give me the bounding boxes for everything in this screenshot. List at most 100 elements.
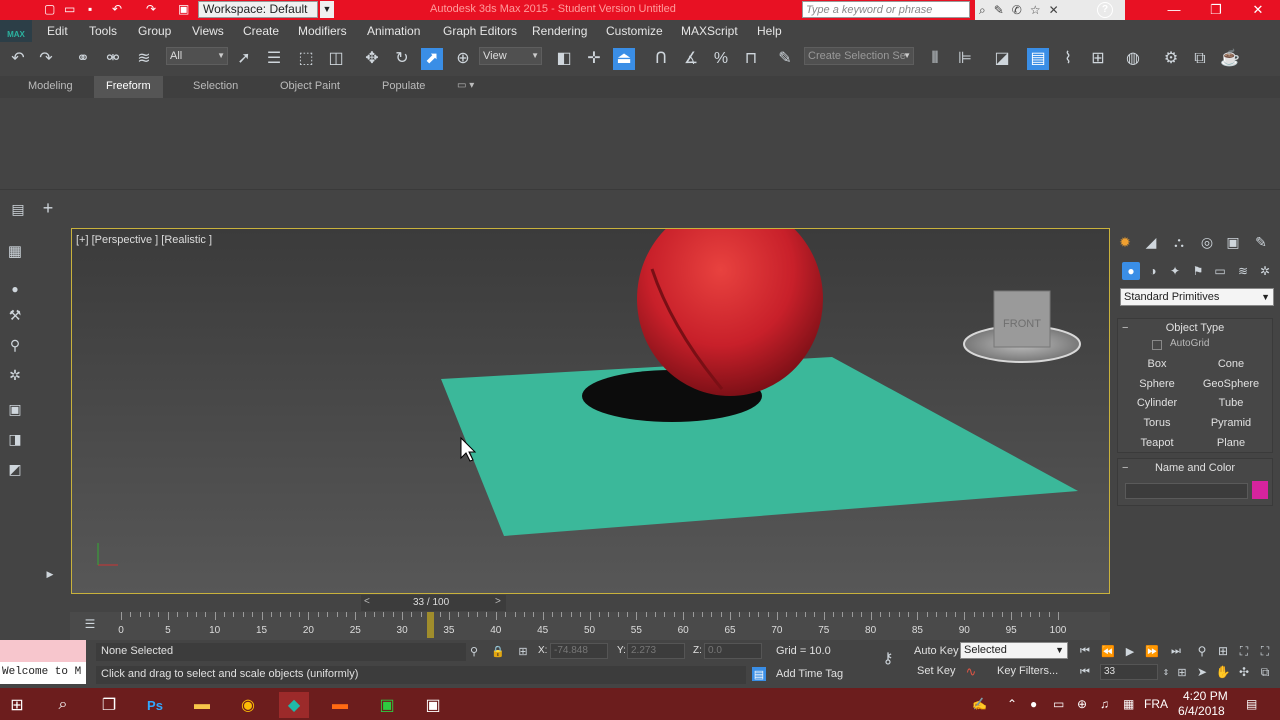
frame-spinner-icon[interactable]: ⇕	[1161, 664, 1171, 680]
windows-start-icon[interactable]: ⊞	[2, 692, 32, 718]
collapse-icon[interactable]: −	[1122, 459, 1128, 477]
place-icon[interactable]: ⊕	[452, 48, 474, 70]
hammer-icon[interactable]: ⚒	[4, 304, 26, 326]
key-filters-button[interactable]: Key Filters...	[997, 665, 1058, 677]
current-frame-field[interactable]: 33	[1100, 664, 1158, 680]
create-tab-icon[interactable]: ✹	[1115, 232, 1135, 252]
isolate-selection-icon[interactable]: ⚲	[468, 644, 480, 658]
zoom-all-icon[interactable]: ⊞	[1215, 643, 1231, 659]
container-icon[interactable]: ▦	[4, 240, 26, 262]
key-mode-dropdown[interactable]: Selected ▼	[960, 642, 1068, 659]
menu-rendering[interactable]: Rendering	[532, 24, 587, 38]
utilities-icon[interactable]: ◩	[4, 458, 26, 480]
tab-modeling[interactable]: Modeling	[28, 80, 73, 92]
exchange-icon[interactable]: ✕	[1049, 3, 1059, 17]
3ds-max-taskbar-icon[interactable]: ◆	[279, 692, 309, 718]
key-tangent-icon[interactable]: ∿	[962, 664, 980, 680]
communication-icon[interactable]: ✆	[1012, 3, 1022, 17]
display-tab-icon[interactable]: ▣	[1223, 232, 1243, 252]
menu-customize[interactable]: Customize	[606, 24, 663, 38]
geosphere-button[interactable]: GeoSphere	[1198, 375, 1264, 393]
unlink-icon[interactable]: ⚮	[102, 48, 124, 70]
torus-button[interactable]: Torus	[1124, 414, 1190, 432]
time-slider-prev-icon[interactable]: <	[364, 596, 370, 607]
menu-graph-editors[interactable]: Graph Editors	[443, 24, 517, 38]
object-type-header[interactable]: − Object Type	[1118, 319, 1272, 337]
time-slider[interactable]: < 33 / 100 >	[361, 595, 506, 611]
schematic-view-icon[interactable]: ⊞	[1087, 48, 1109, 70]
redo-icon[interactable]: ↷	[35, 48, 57, 70]
people-icon[interactable]: ✍	[972, 697, 987, 711]
save-icon[interactable]: ▪	[88, 2, 92, 16]
auto-key-button[interactable]: Auto Key	[914, 645, 959, 657]
workspace-dropdown[interactable]: Workspace: Default	[198, 1, 318, 18]
close-icon[interactable]: ✕	[1236, 0, 1280, 20]
toggle-ribbon-icon[interactable]: ▤	[1027, 48, 1049, 70]
open-file-icon[interactable]: ▭	[64, 2, 75, 16]
systems-icon[interactable]: ✲	[1256, 262, 1274, 280]
maxscript-listener-top[interactable]	[0, 640, 86, 662]
spinner-snap-icon[interactable]: ⊓	[740, 48, 762, 70]
battery-icon[interactable]: ▭	[1053, 697, 1064, 711]
tray-app-icon[interactable]: ●	[1030, 697, 1037, 711]
favorites-star-icon[interactable]: ☆	[1030, 3, 1041, 17]
shapes-icon[interactable]: ◑	[1144, 262, 1162, 280]
tab-selection[interactable]: Selection	[193, 80, 238, 92]
pan-hand-icon[interactable]: ✋	[1215, 664, 1231, 680]
camtasia-green-icon[interactable]: ▣	[372, 692, 402, 718]
box-button[interactable]: Box	[1124, 355, 1190, 373]
z-coordinate-field[interactable]: 0.0	[704, 643, 762, 659]
selection-filter-dropdown[interactable]: All ▼	[166, 47, 228, 65]
previous-frame-icon[interactable]: ⏪	[1100, 643, 1116, 659]
rotate-icon[interactable]: ↻	[391, 48, 413, 70]
help-icon[interactable]: ?	[1097, 2, 1113, 18]
named-selection-sets-dropdown[interactable]: Create Selection Se ▼	[804, 47, 914, 65]
curve-editor-icon[interactable]: ⌇	[1057, 48, 1079, 70]
maxscript-mini-listener[interactable]: Welcome to M	[0, 662, 86, 684]
hierarchy-tab-icon[interactable]: ⛬	[1169, 232, 1189, 252]
pyramid-button[interactable]: Pyramid	[1198, 414, 1264, 432]
play-expand-icon[interactable]: ▶	[42, 566, 58, 582]
app-orange-icon[interactable]: ▬	[325, 692, 355, 718]
cone-button[interactable]: Cone	[1198, 355, 1264, 373]
chrome-icon[interactable]: ◉	[233, 692, 263, 718]
track-bar-menu-icon[interactable]: ☰	[82, 616, 98, 632]
bind-space-warp-icon[interactable]: ≋	[133, 48, 155, 70]
action-icon[interactable]: ▦	[1123, 697, 1134, 711]
display-icon[interactable]: ◨	[4, 428, 26, 450]
scene-explorer-icon[interactable]: ▤	[8, 200, 28, 218]
cameras-icon[interactable]: ⚑	[1189, 262, 1207, 280]
link-icon[interactable]: ⚭	[72, 48, 94, 70]
clock-date[interactable]: 6/4/2018	[1178, 704, 1225, 718]
modify-tab-icon[interactable]: ◢	[1141, 232, 1161, 252]
scale-icon[interactable]: ⬈	[421, 48, 443, 70]
photoshop-icon[interactable]: Ps	[140, 692, 170, 718]
window-crossing-icon[interactable]: ◫	[325, 48, 347, 70]
menu-tools[interactable]: Tools	[89, 24, 117, 38]
teapot-button[interactable]: Teapot	[1124, 434, 1190, 452]
add-time-tag[interactable]: Add Time Tag	[776, 668, 843, 680]
orbit-icon[interactable]: ✣	[1236, 664, 1252, 680]
time-tag-icon[interactable]: ▤	[752, 667, 766, 681]
maximize-icon[interactable]: ❐	[1194, 0, 1238, 20]
key-mode-toggle-icon[interactable]: ⏮	[1077, 664, 1093, 680]
motion-icon[interactable]: ✲	[4, 364, 26, 386]
render-setup-icon[interactable]: ⚙	[1160, 48, 1182, 70]
lock-icon[interactable]: 🔒	[491, 644, 505, 658]
minimize-icon[interactable]: —	[1152, 0, 1196, 20]
move-icon[interactable]: ✥	[361, 48, 383, 70]
absolute-transform-icon[interactable]: ⊞	[516, 644, 530, 658]
render-production-icon[interactable]: ☕	[1219, 48, 1241, 70]
binoculars-icon[interactable]: ⌕	[979, 3, 986, 18]
keyboard-shortcut-override-icon[interactable]: ⏏	[613, 48, 635, 70]
menu-create[interactable]: Create	[243, 24, 279, 38]
y-coordinate-field[interactable]: 2.273	[627, 643, 685, 659]
go-to-end-icon[interactable]: ⏭	[1168, 643, 1184, 659]
align-icon[interactable]: ⊫	[954, 48, 976, 70]
perspective-viewport[interactable]: [+] [Perspective ] [Realistic ] FRONT	[71, 228, 1110, 594]
isolate-icon[interactable]: ▣	[4, 398, 26, 420]
track-bar[interactable]: ☰ 0 5 10 15 20 25 30 35 40 45 50 55 60 65 70 75 80 85 90 95…	[70, 612, 1110, 640]
new-file-icon[interactable]: ▢	[44, 2, 55, 16]
notifications-icon[interactable]: ▤	[1246, 697, 1257, 711]
redo-quick-icon[interactable]: ↷	[146, 2, 156, 16]
